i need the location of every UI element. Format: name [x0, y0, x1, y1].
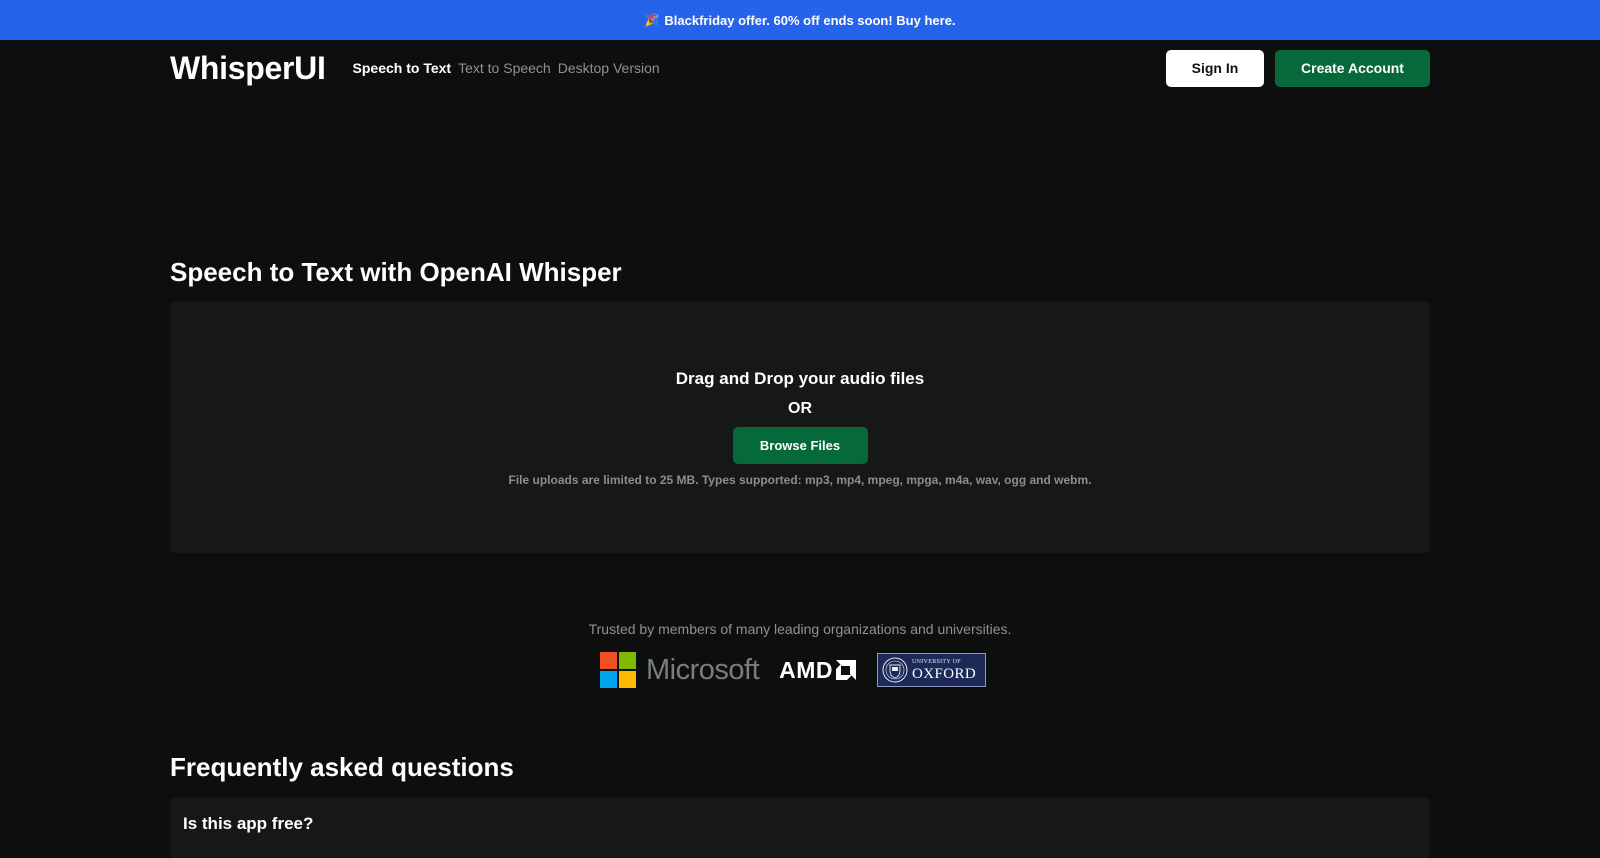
upload-limit-note: File uploads are limited to 25 MB. Types… — [508, 473, 1092, 487]
trusted-by-text: Trusted by members of many leading organ… — [588, 621, 1012, 637]
oxford-crest-icon — [882, 657, 908, 683]
faq-title: Frequently asked questions — [170, 752, 514, 782]
nav-speech-to-text[interactable]: Speech to Text — [353, 60, 452, 76]
amd-wordmark: AMD — [779, 656, 834, 683]
party-popper-icon: 🎉 — [644, 13, 660, 27]
create-account-button[interactable]: Create Account — [1275, 49, 1430, 87]
file-dropzone[interactable]: Drag and Drop your audio files OR Browse… — [170, 302, 1430, 553]
partner-logos: Microsoft AMD UNIVERSITY OF OXFORD — [600, 652, 987, 688]
main-nav: Speech to Text Text to Speech Desktop Ve… — [353, 60, 660, 76]
nav-desktop-version[interactable]: Desktop Version — [558, 60, 660, 76]
oxford-wordmark: UNIVERSITY OF OXFORD — [912, 659, 976, 682]
sign-in-button[interactable]: Sign In — [1166, 49, 1264, 87]
site-header: WhisperUI Speech to Text Text to Speech … — [170, 40, 1430, 96]
dropzone-title: Drag and Drop your audio files — [675, 369, 925, 388]
oxford-university-of: UNIVERSITY OF — [912, 658, 961, 665]
page-title: Speech to Text with OpenAI Whisper — [170, 257, 622, 287]
microsoft-wordmark: Microsoft — [646, 653, 760, 686]
microsoft-windows-icon — [600, 652, 636, 688]
promo-text: Blackfriday offer. 60% off ends soon! Bu… — [664, 12, 956, 28]
promo-banner[interactable]: 🎉 Blackfriday offer. 60% off ends soon! … — [0, 0, 1600, 40]
browse-files-button[interactable]: Browse Files — [732, 427, 868, 464]
faq-question: Is this app free? — [183, 814, 314, 833]
header-actions: Sign In Create Account — [1166, 49, 1430, 87]
amd-arrow-icon — [836, 660, 857, 680]
oxford-name: OXFORD — [912, 665, 977, 682]
faq-item[interactable]: Is this app free? — [170, 798, 1430, 858]
dropzone-or: OR — [788, 400, 812, 417]
amd-logo: AMD — [779, 656, 857, 684]
microsoft-logo: Microsoft — [600, 652, 760, 688]
nav-text-to-speech[interactable]: Text to Speech — [458, 60, 551, 76]
site-logo[interactable]: WhisperUI — [170, 50, 326, 87]
oxford-logo: UNIVERSITY OF OXFORD — [877, 653, 987, 687]
